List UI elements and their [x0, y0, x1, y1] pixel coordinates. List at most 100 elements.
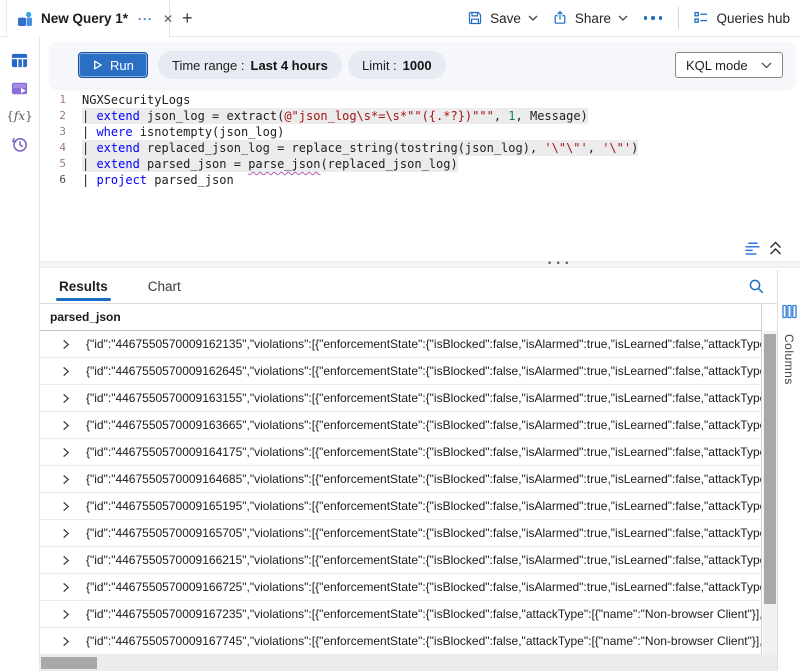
columns-side-rail: Columns — [777, 270, 800, 671]
editor-line-text: | extend json_log = extract(@"json_log\s… — [82, 108, 588, 124]
time-range-value: Last 4 hours — [251, 58, 328, 73]
kql-mode-chevron-down-icon — [761, 62, 772, 69]
row-json-text: {"id":"4467550570009163155","violations"… — [86, 391, 761, 405]
row-json-text: {"id":"4467550570009162645","violations"… — [86, 364, 761, 378]
table-row[interactable]: {"id":"4467550570009167745","violations"… — [40, 628, 761, 655]
query-editor[interactable]: 1 NGXSecurityLogs 2 | extend json_log = ext… — [40, 92, 800, 204]
editor-actions — [0, 240, 800, 260]
save-chevron-down-icon[interactable] — [528, 15, 538, 21]
kql-mode-select[interactable]: KQL mode — [675, 52, 783, 78]
expand-chevron-icon[interactable] — [60, 446, 72, 458]
save-icon — [467, 10, 483, 26]
expand-chevron-icon[interactable] — [60, 392, 72, 404]
table-row[interactable]: {"id":"4467550570009165195","violations"… — [40, 493, 761, 520]
expand-chevron-icon[interactable] — [60, 527, 72, 539]
table-row[interactable]: {"id":"4467550570009164685","violations"… — [40, 466, 761, 493]
expand-chevron-icon[interactable] — [60, 338, 72, 350]
new-tab-button[interactable]: + — [182, 8, 193, 28]
kql-mode-value: KQL mode — [686, 58, 748, 73]
horizontal-scrollbar-thumb[interactable] — [41, 657, 97, 669]
table-row[interactable]: {"id":"4467550570009162645","violations"… — [40, 358, 761, 385]
horizontal-scrollbar[interactable] — [40, 655, 777, 671]
editor-line-text: | project parsed_json — [82, 172, 234, 188]
results-layout-icon[interactable] — [744, 240, 761, 262]
table-row[interactable]: {"id":"4467550570009163665","violations"… — [40, 412, 761, 439]
editor-line[interactable]: 6| project parsed_json — [40, 172, 800, 188]
tab-chart[interactable]: Chart — [145, 270, 184, 303]
share-button[interactable]: Share — [552, 10, 628, 26]
editor-line[interactable]: 2 | extend json_log = extract(@"json_log\… — [40, 108, 800, 124]
share-chevron-down-icon[interactable] — [618, 15, 628, 21]
save-button[interactable]: Save — [467, 10, 538, 26]
search-icon[interactable] — [748, 278, 765, 300]
more-commands-icon[interactable] — [642, 16, 665, 20]
queries-hub-label: Queries hub — [716, 11, 790, 26]
grid-column-header[interactable]: parsed_json — [40, 304, 762, 331]
line-number: 1 — [40, 92, 66, 108]
header-bar: New Query 1* ··· ✕ + Save Share — [0, 0, 800, 37]
line-number: 2 — [40, 108, 66, 124]
expand-chevron-icon[interactable] — [60, 419, 72, 431]
table-row[interactable]: {"id":"4467550570009165705","violations"… — [40, 520, 761, 547]
line-number: 5 — [40, 156, 66, 172]
vertical-scrollbar-thumb[interactable] — [764, 334, 776, 604]
editor-line[interactable]: 3 | where isnotempty(json_log) — [40, 124, 800, 140]
line-number: 3 — [40, 124, 66, 140]
tab-results[interactable]: Results — [56, 270, 111, 303]
editor-line-text: NGXSecurityLogs — [82, 92, 190, 108]
expand-chevron-icon[interactable] — [60, 635, 72, 647]
header-actions: Save Share Queries hub — [467, 0, 790, 36]
limit-label: Limit : — [362, 58, 397, 73]
editor-line-text: | where isnotempty(json_log) — [82, 124, 284, 140]
limit-pill[interactable]: Limit : 1000 — [348, 51, 446, 79]
row-json-text: {"id":"4467550570009167745","violations"… — [86, 634, 761, 648]
run-button[interactable]: Run — [78, 52, 148, 78]
row-json-text: {"id":"4467550570009164685","violations"… — [86, 472, 761, 486]
sidebar-item-functions[interactable]: {fx} — [7, 105, 33, 127]
expand-chevron-icon[interactable] — [60, 608, 72, 620]
results-tabbar: Results Chart — [40, 270, 777, 304]
splitter-handle[interactable]: • • • — [40, 261, 800, 268]
sidebar-item-tables[interactable] — [7, 49, 33, 71]
splitter-grip-dots: • • • — [548, 258, 570, 268]
table-row[interactable]: {"id":"4467550570009164175","violations"… — [40, 439, 761, 466]
collapse-editor-icon[interactable] — [768, 240, 783, 262]
row-json-text: {"id":"4467550570009167235","violations"… — [86, 607, 761, 621]
table-row[interactable]: {"id":"4467550570009162135","violations"… — [40, 331, 761, 358]
editor-line[interactable]: 5| extend parsed_json = parse_json(repla… — [40, 156, 800, 172]
expand-chevron-icon[interactable] — [60, 500, 72, 512]
editor-line-text: | extend replaced_json_log = replace_str… — [82, 140, 638, 156]
tab-close-icon[interactable]: ✕ — [163, 12, 173, 26]
row-json-text: {"id":"4467550570009166215","violations"… — [86, 553, 761, 567]
sidebar-item-history[interactable] — [7, 133, 33, 155]
editor-lines: 1 NGXSecurityLogs 2 | extend json_log = ext… — [40, 92, 800, 188]
time-range-pill[interactable]: Time range : Last 4 hours — [158, 51, 342, 79]
editor-line[interactable]: 1 NGXSecurityLogs — [40, 92, 800, 108]
expand-chevron-icon[interactable] — [60, 581, 72, 593]
columns-rail-label[interactable]: Columns — [782, 334, 796, 385]
expand-chevron-icon[interactable] — [60, 365, 72, 377]
expand-chevron-icon[interactable] — [60, 554, 72, 566]
slideshow-icon — [10, 79, 29, 98]
table-row[interactable]: {"id":"4467550570009166215","violations"… — [40, 547, 761, 574]
table-icon — [10, 51, 29, 70]
table-row[interactable]: {"id":"4467550570009167235","violations"… — [40, 601, 761, 628]
table-row[interactable]: {"id":"4467550570009166725","violations"… — [40, 574, 761, 601]
row-json-text: {"id":"4467550570009165195","violations"… — [86, 499, 761, 513]
editor-line[interactable]: 4| extend replaced_json_log = replace_st… — [40, 140, 800, 156]
queries-hub-icon — [693, 10, 709, 26]
sidebar-item-saved-queries[interactable] — [7, 77, 33, 99]
results-rows: {"id":"4467550570009162135","violations"… — [40, 331, 762, 655]
kusto-app-icon — [17, 11, 33, 27]
expand-chevron-icon[interactable] — [60, 473, 72, 485]
run-label: Run — [110, 58, 134, 73]
columns-icon[interactable] — [782, 304, 797, 324]
row-json-text: {"id":"4467550570009162135","violations"… — [86, 337, 761, 351]
query-tab[interactable]: New Query 1* ··· ✕ — [6, 0, 170, 37]
queries-hub-button[interactable]: Queries hub — [693, 10, 790, 26]
vertical-scrollbar[interactable] — [763, 331, 777, 655]
row-json-text: {"id":"4467550570009163665","violations"… — [86, 418, 761, 432]
table-row[interactable]: {"id":"4467550570009163155","violations"… — [40, 385, 761, 412]
tab-title: New Query 1* — [41, 11, 128, 26]
tab-more-icon[interactable]: ··· — [138, 14, 153, 24]
